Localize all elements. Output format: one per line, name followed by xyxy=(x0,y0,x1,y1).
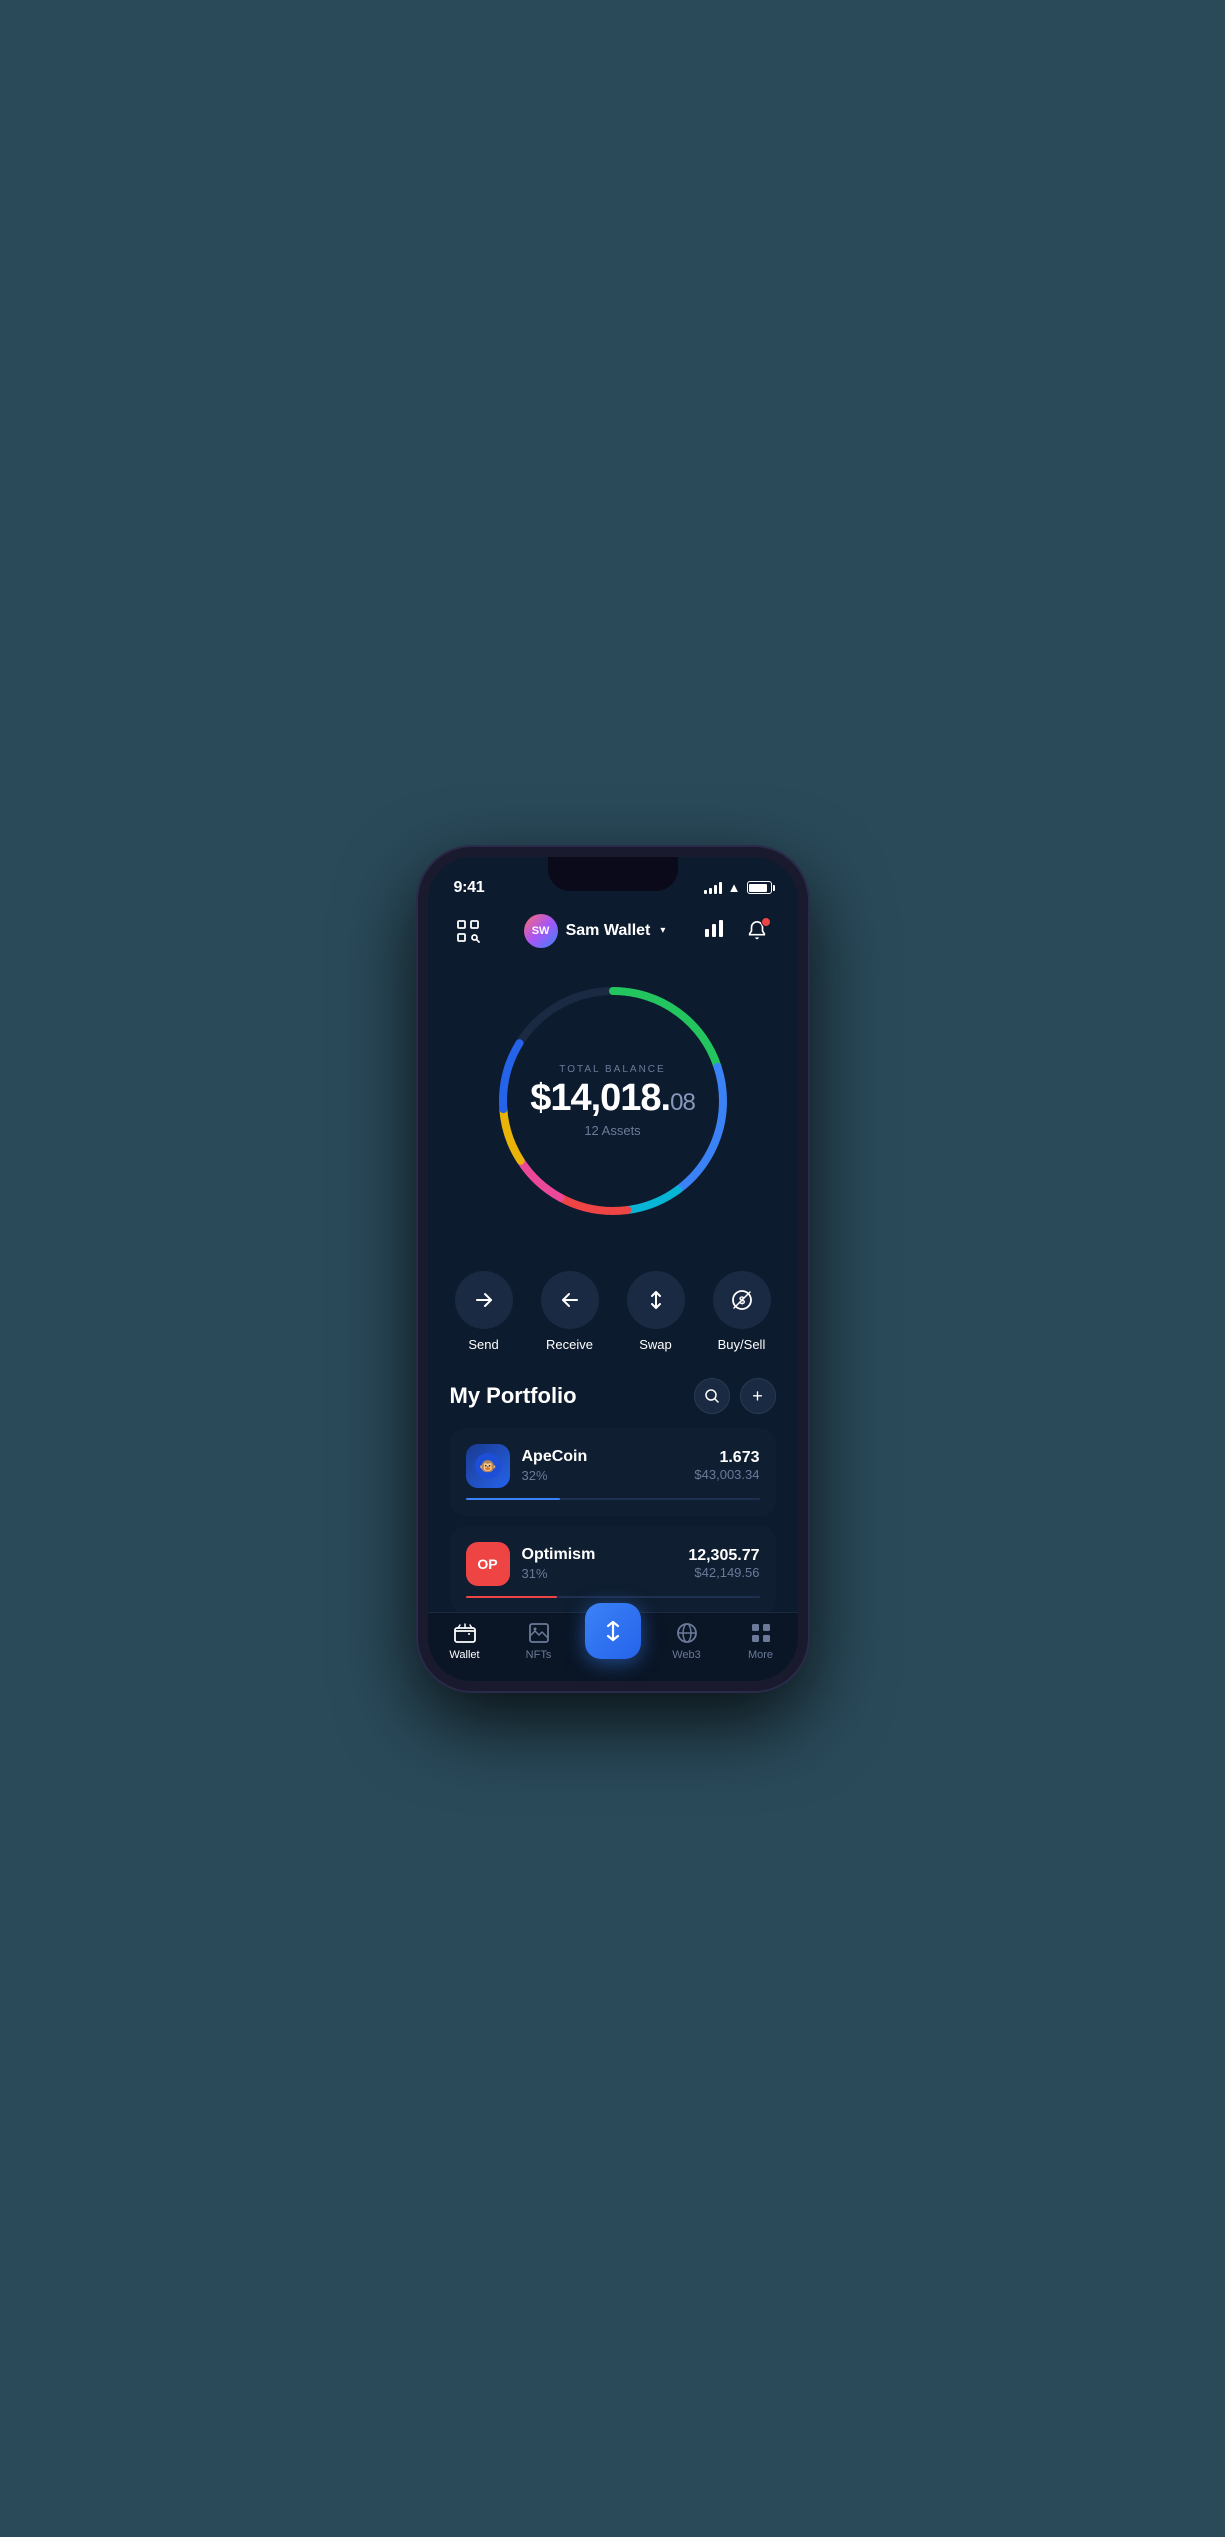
portfolio-title: My Portfolio xyxy=(450,1383,577,1409)
apecoin-logo: 🐵 xyxy=(466,1444,510,1488)
receive-icon xyxy=(559,1289,581,1311)
optimism-name: Optimism xyxy=(522,1546,596,1564)
phone-inner: 9:41 ▲ xyxy=(428,857,798,1681)
portfolio-actions: + xyxy=(694,1378,776,1414)
search-button[interactable] xyxy=(694,1378,730,1414)
wifi-icon: ▲ xyxy=(728,880,741,895)
plus-icon: + xyxy=(752,1387,763,1405)
status-time: 9:41 xyxy=(454,879,485,897)
receive-button[interactable]: Receive xyxy=(541,1271,599,1352)
nfts-nav-icon xyxy=(527,1621,551,1645)
buysell-button[interactable]: $ Buy/Sell xyxy=(713,1271,771,1352)
avatar: SW xyxy=(524,914,558,948)
wallet-nav-label: Wallet xyxy=(449,1649,479,1661)
notification-badge xyxy=(761,917,771,927)
phone-frame: 9:41 ▲ xyxy=(418,847,808,1691)
portfolio-section: My Portfolio + xyxy=(428,1368,798,1614)
wallet-name: Sam Wallet xyxy=(566,922,651,940)
balance-amount: $14,018.08 xyxy=(530,1079,695,1117)
scanner-button[interactable] xyxy=(450,913,486,949)
web3-nav-label: Web3 xyxy=(672,1649,701,1661)
nav-web3[interactable]: Web3 xyxy=(657,1621,717,1661)
asset-card-apecoin[interactable]: 🐵 ApeCoin 32% 1.673 $43,003.34 xyxy=(450,1428,776,1516)
nav-nfts[interactable]: NFTs xyxy=(509,1621,569,1661)
wallet-selector[interactable]: SW Sam Wallet ▾ xyxy=(524,914,666,948)
balance-section: TOTAL BALANCE $14,018.08 12 Assets xyxy=(428,961,798,1251)
bottom-nav: Wallet NFTs xyxy=(428,1612,798,1681)
balance-donut-chart: TOTAL BALANCE $14,018.08 12 Assets xyxy=(483,971,743,1231)
chevron-down-icon: ▾ xyxy=(660,925,665,936)
buysell-label: Buy/Sell xyxy=(718,1337,766,1352)
receive-label: Receive xyxy=(546,1337,593,1352)
optimism-usd: $42,149.56 xyxy=(688,1565,759,1580)
action-buttons: Send Receive xyxy=(428,1251,798,1368)
optimism-bar xyxy=(466,1596,760,1598)
header-right xyxy=(703,913,775,949)
more-nav-label: More xyxy=(748,1649,773,1661)
wallet-nav-icon xyxy=(453,1621,477,1645)
send-icon xyxy=(473,1289,495,1311)
apecoin-pct: 32% xyxy=(522,1468,588,1483)
send-button[interactable]: Send xyxy=(455,1271,513,1352)
optimism-amount: 12,305.77 xyxy=(688,1547,759,1565)
status-icons: ▲ xyxy=(704,880,772,895)
nav-fab[interactable] xyxy=(583,1623,643,1659)
portfolio-header: My Portfolio + xyxy=(450,1378,776,1414)
chart-icon xyxy=(703,917,725,939)
nfts-nav-label: NFTs xyxy=(526,1649,552,1661)
swap-button[interactable]: Swap xyxy=(627,1271,685,1352)
notch xyxy=(548,857,678,891)
swap-label: Swap xyxy=(639,1337,672,1352)
apecoin-amount: 1.673 xyxy=(694,1449,759,1467)
notification-button[interactable] xyxy=(739,913,775,949)
apecoin-name: ApeCoin xyxy=(522,1448,588,1466)
header: SW Sam Wallet ▾ xyxy=(428,905,798,961)
optimism-logo: OP xyxy=(466,1542,510,1586)
optimism-pct: 31% xyxy=(522,1566,596,1581)
balance-display: TOTAL BALANCE $14,018.08 12 Assets xyxy=(530,1064,695,1138)
signal-bars-icon xyxy=(704,882,722,894)
buysell-icon: $ xyxy=(730,1288,754,1312)
send-label: Send xyxy=(468,1337,498,1352)
scanner-icon xyxy=(456,919,480,943)
nav-wallet[interactable]: Wallet xyxy=(435,1621,495,1661)
web3-nav-icon xyxy=(675,1621,699,1645)
apecoin-bar xyxy=(466,1498,760,1500)
battery-icon xyxy=(747,881,772,894)
search-icon xyxy=(704,1388,720,1404)
chart-button[interactable] xyxy=(703,917,725,944)
apecoin-usd: $43,003.34 xyxy=(694,1467,759,1482)
svg-text:🐵: 🐵 xyxy=(479,1458,496,1474)
balance-cents: 08 xyxy=(670,1089,695,1116)
nav-more[interactable]: More xyxy=(731,1621,791,1661)
balance-assets: 12 Assets xyxy=(530,1123,695,1138)
asset-card-optimism[interactable]: OP Optimism 31% 12,305.77 $42,149.56 xyxy=(450,1526,776,1614)
balance-label: TOTAL BALANCE xyxy=(530,1064,695,1075)
fab-icon xyxy=(600,1618,626,1644)
more-nav-icon xyxy=(749,1621,773,1645)
swap-icon xyxy=(645,1289,667,1311)
add-asset-button[interactable]: + xyxy=(740,1378,776,1414)
